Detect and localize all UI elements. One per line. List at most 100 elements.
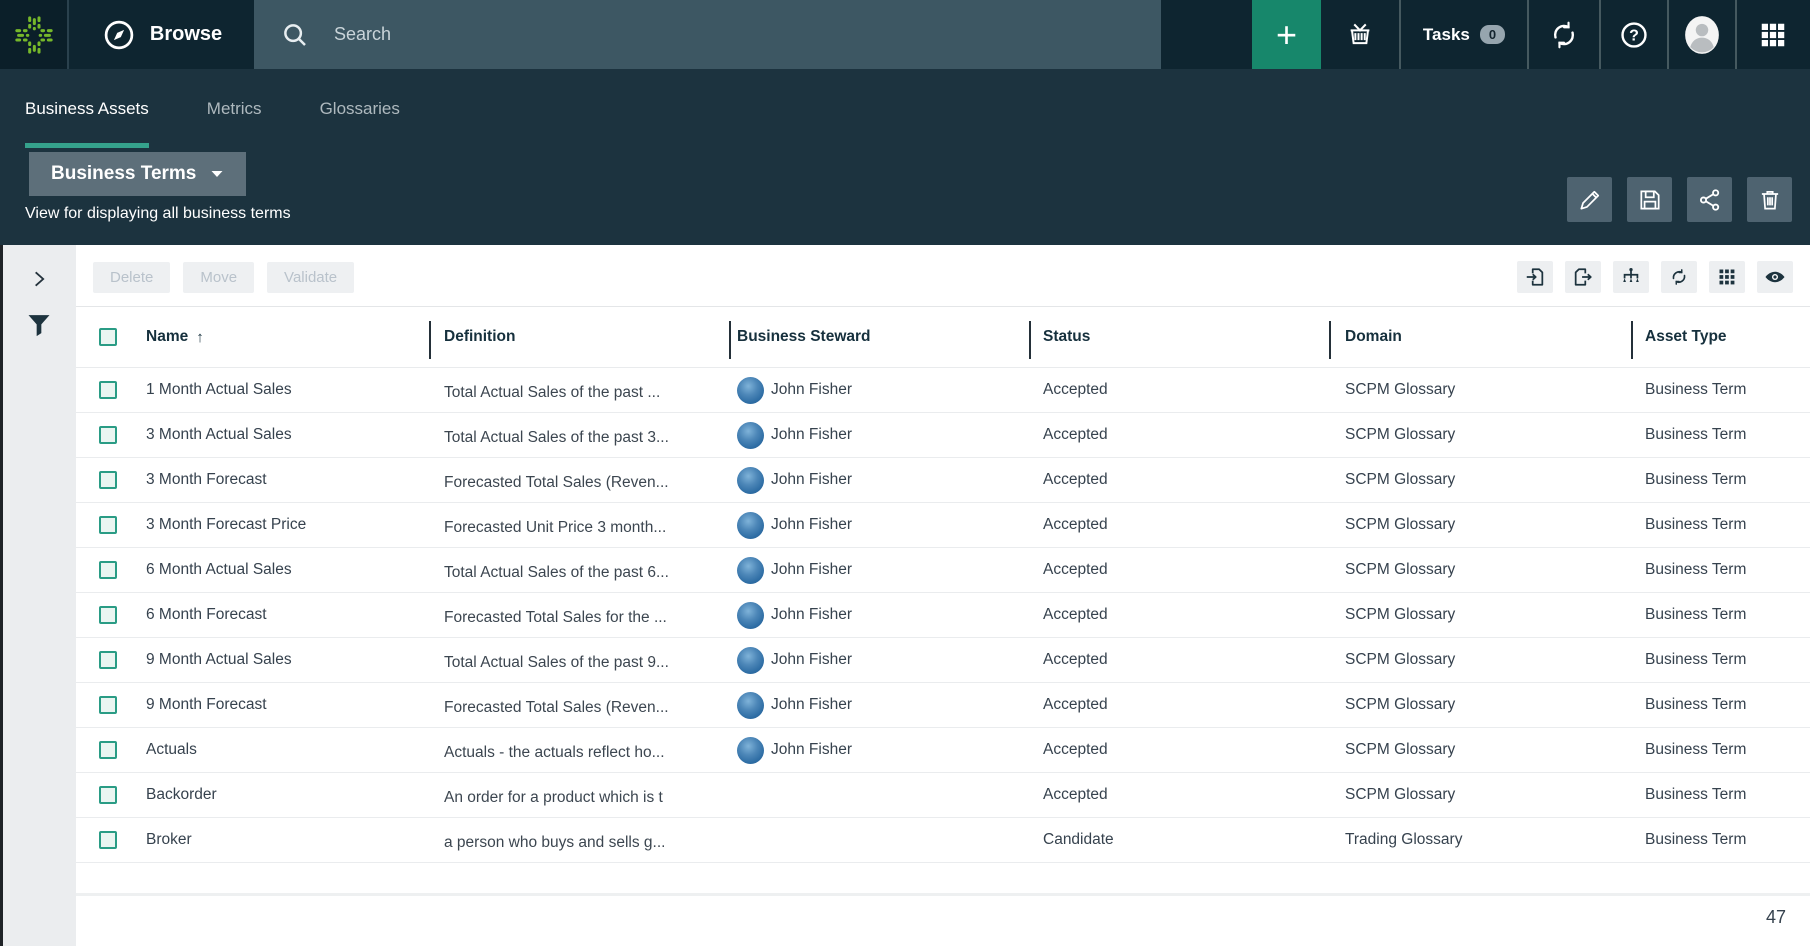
table-row: 6 Month Forecast Forecasted Total Sales … [76, 593, 1810, 638]
domain-cell[interactable]: SCPM Glossary [1329, 516, 1631, 534]
row-checkbox[interactable] [99, 561, 117, 579]
table-row: Backorder An order for a product which i… [76, 773, 1810, 818]
asset-name-link[interactable]: Broker [125, 831, 429, 849]
domain-cell[interactable]: SCPM Glossary [1329, 471, 1631, 489]
asset-name-link[interactable]: 3 Month Forecast [125, 471, 429, 489]
select-all-checkbox[interactable] [99, 328, 117, 346]
row-checkbox[interactable] [99, 426, 117, 444]
domain-cell[interactable]: SCPM Glossary [1329, 561, 1631, 579]
row-checkbox[interactable] [99, 381, 117, 399]
column-header-name[interactable]: Name ↑ [125, 328, 429, 346]
total-row-count: 47 [1766, 907, 1786, 928]
steward-name-link[interactable]: John Fisher [771, 471, 852, 489]
sort-asc-icon[interactable]: ↑ [196, 329, 204, 346]
domain-cell[interactable]: SCPM Glossary [1329, 606, 1631, 624]
steward-name-link[interactable]: John Fisher [771, 426, 852, 444]
basket-button[interactable] [1321, 0, 1399, 69]
tree-view-button[interactable] [1613, 261, 1649, 293]
row-checkbox[interactable] [99, 651, 117, 669]
asset-name-link[interactable]: 9 Month Actual Sales [125, 651, 429, 669]
topbar-spacer [1161, 0, 1252, 69]
browse-menu[interactable]: Browse [69, 0, 254, 69]
sync-icon [1548, 19, 1580, 51]
app-logo[interactable] [0, 0, 69, 69]
steward-avatar [737, 377, 764, 404]
global-search-input[interactable]: Search [254, 0, 1161, 69]
asset-name-link[interactable]: 3 Month Actual Sales [125, 426, 429, 444]
asset-name-link[interactable]: Actuals [125, 741, 429, 759]
apps-menu-button[interactable] [1735, 0, 1808, 69]
import-button[interactable] [1517, 261, 1553, 293]
sync-button[interactable] [1527, 0, 1599, 69]
row-checkbox[interactable] [99, 606, 117, 624]
definition-cell: Actuals - the actuals reflect ho... [429, 744, 729, 762]
asset-type-cell: Business Term [1631, 831, 1810, 849]
steward-cell: John Fisher [729, 422, 1029, 449]
save-view-button[interactable] [1627, 177, 1672, 222]
columns-grid-button[interactable] [1709, 261, 1745, 293]
column-header-asset-type[interactable]: Asset Type [1631, 328, 1810, 346]
share-icon [1697, 187, 1723, 213]
row-checkbox[interactable] [99, 696, 117, 714]
asset-name-link[interactable]: Backorder [125, 786, 429, 804]
asset-type-cell: Business Term [1631, 606, 1810, 624]
table-row: 6 Month Actual Sales Total Actual Sales … [76, 548, 1810, 593]
steward-name-link[interactable]: John Fisher [771, 516, 852, 534]
tasks-button[interactable]: Tasks 0 [1399, 0, 1527, 69]
preview-button[interactable] [1757, 261, 1793, 293]
row-checkbox[interactable] [99, 831, 117, 849]
steward-avatar [737, 737, 764, 764]
column-header-domain[interactable]: Domain [1329, 328, 1631, 346]
browse-label: Browse [150, 23, 222, 46]
domain-cell[interactable]: Trading Glossary [1329, 831, 1631, 849]
import-icon [1524, 266, 1546, 288]
domain-cell[interactable]: SCPM Glossary [1329, 651, 1631, 669]
create-asset-button[interactable]: + [1252, 0, 1321, 69]
validate-button[interactable]: Validate [267, 262, 354, 293]
column-header-definition[interactable]: Definition [429, 328, 729, 346]
refresh-button[interactable] [1661, 261, 1697, 293]
move-button[interactable]: Move [183, 262, 254, 293]
steward-avatar [737, 512, 764, 539]
tab-metrics[interactable]: Metrics [207, 69, 262, 148]
column-header-steward[interactable]: Business Steward [729, 328, 1029, 346]
asset-name-link[interactable]: 1 Month Actual Sales [125, 381, 429, 399]
delete-view-button[interactable] [1747, 177, 1792, 222]
domain-cell[interactable]: SCPM Glossary [1329, 786, 1631, 804]
tab-glossaries[interactable]: Glossaries [320, 69, 400, 148]
steward-name-link[interactable]: John Fisher [771, 381, 852, 399]
edit-view-button[interactable] [1567, 177, 1612, 222]
domain-cell[interactable]: SCPM Glossary [1329, 381, 1631, 399]
steward-name-link[interactable]: John Fisher [771, 696, 852, 714]
tab-business-assets[interactable]: Business Assets [25, 69, 149, 148]
steward-avatar [737, 467, 764, 494]
help-button[interactable]: ? [1599, 0, 1667, 69]
delete-button[interactable]: Delete [93, 262, 170, 293]
row-checkbox[interactable] [99, 516, 117, 534]
row-checkbox[interactable] [99, 786, 117, 804]
steward-name-link[interactable]: John Fisher [771, 651, 852, 669]
filter-icon[interactable] [25, 311, 53, 339]
asset-name-link[interactable]: 3 Month Forecast Price [125, 516, 429, 534]
domain-cell[interactable]: SCPM Glossary [1329, 696, 1631, 714]
export-button[interactable] [1565, 261, 1601, 293]
view-selector-button[interactable]: Business Terms [29, 152, 246, 196]
tasks-label: Tasks [1423, 25, 1470, 45]
steward-name-link[interactable]: John Fisher [771, 606, 852, 624]
share-view-button[interactable] [1687, 177, 1732, 222]
row-checkbox[interactable] [99, 471, 117, 489]
asset-name-link[interactable]: 6 Month Actual Sales [125, 561, 429, 579]
asset-name-link[interactable]: 6 Month Forecast [125, 606, 429, 624]
row-checkbox[interactable] [99, 741, 117, 759]
asset-name-link[interactable]: 9 Month Forecast [125, 696, 429, 714]
domain-cell[interactable]: SCPM Glossary [1329, 741, 1631, 759]
status-cell: Accepted [1029, 606, 1329, 624]
table-row: 3 Month Forecast Forecasted Total Sales … [76, 458, 1810, 503]
steward-name-link[interactable]: John Fisher [771, 561, 852, 579]
domain-cell[interactable]: SCPM Glossary [1329, 426, 1631, 444]
expand-sidebar-button[interactable] [29, 269, 49, 289]
steward-name-link[interactable]: John Fisher [771, 741, 852, 759]
filter-sidebar [0, 245, 76, 946]
user-avatar-button[interactable] [1667, 0, 1735, 69]
column-header-status[interactable]: Status [1029, 328, 1329, 346]
